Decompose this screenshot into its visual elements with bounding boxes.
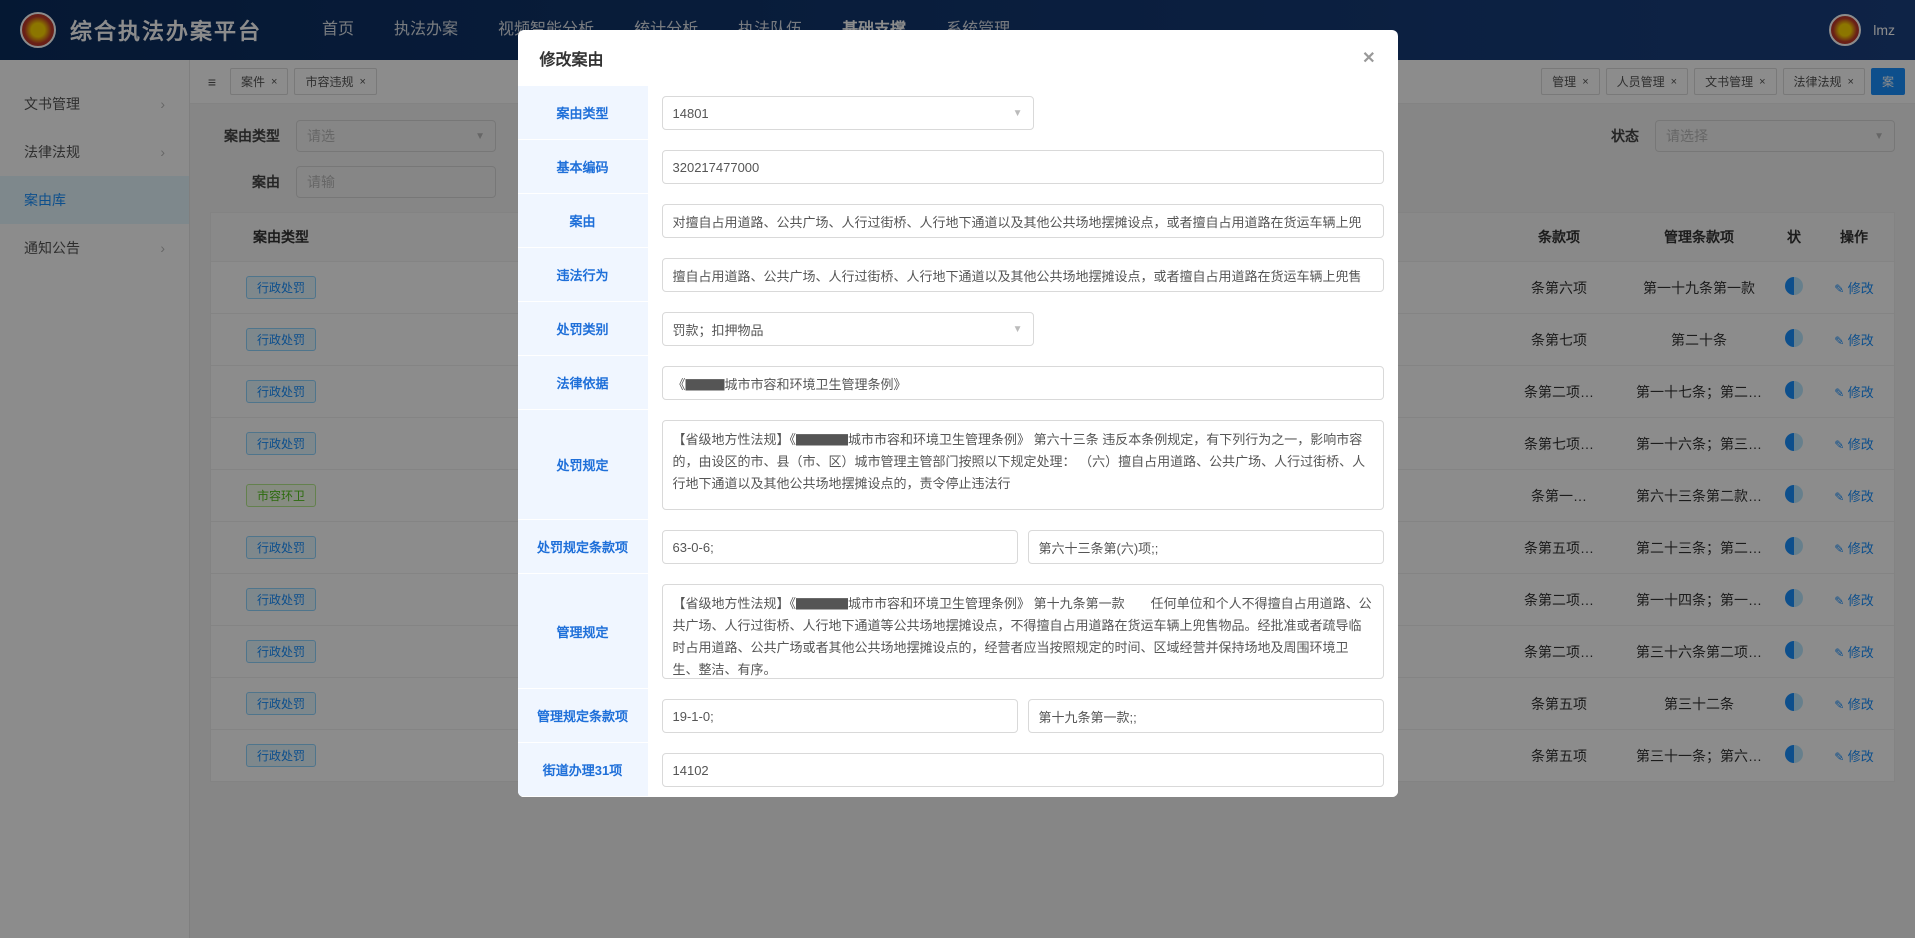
field-value: 《▇▇▇城市市容和环境卫生管理条例》: [673, 374, 907, 393]
field-label-penalty-type: 处罚类别: [518, 302, 648, 356]
field-penalty-type-select[interactable]: 罚款；扣押物品 ▼: [662, 312, 1034, 346]
field-value: 320217477000: [673, 160, 760, 175]
field-type-select[interactable]: 14801 ▼: [662, 96, 1034, 130]
field-label-cause: 案由: [518, 194, 648, 248]
field-penalty-clause-text[interactable]: 第六十三条第(六)项;;: [1028, 530, 1384, 564]
field-value: 第六十三条第(六)项;;: [1039, 538, 1159, 557]
field-legal-basis-input[interactable]: 《▇▇▇城市市容和环境卫生管理条例》: [662, 366, 1384, 400]
field-label-mgmt-rule: 管理规定: [518, 574, 648, 689]
field-value: 第十九条第一款;;: [1039, 707, 1137, 726]
field-value: 14102: [673, 763, 709, 778]
field-label-code: 基本编码: [518, 140, 648, 194]
field-illegal-input[interactable]: 擅自占用道路、公共广场、人行过街桥、人行地下通道以及其他公共场地摆摊设点，或者擅…: [662, 258, 1384, 292]
field-label-penalty-rule: 处罚规定: [518, 410, 648, 520]
modal-body: 案由类型 14801 ▼ 基本编码 320217477000 案由 对擅自占用道路…: [518, 86, 1398, 797]
field-label-type: 案由类型: [518, 86, 648, 140]
modal-overlay[interactable]: 修改案由 ✕ 案由类型 14801 ▼ 基本编码 320217477000 案由 …: [0, 0, 1915, 938]
field-value: 对擅自占用道路、公共广场、人行过街桥、人行地下通道以及其他公共场地摆摊设点，或者…: [673, 212, 1362, 231]
field-label-penalty-clause: 处罚规定条款项: [518, 520, 648, 574]
modal-header: 修改案由 ✕: [518, 30, 1398, 86]
field-label-street: 街道办理31项: [518, 743, 648, 797]
chevron-down-icon: ▼: [1013, 108, 1023, 119]
field-label-mgmt-clause: 管理规定条款项: [518, 689, 648, 743]
close-icon[interactable]: ✕: [1362, 48, 1375, 68]
field-value: 罚款；扣押物品: [673, 320, 764, 339]
field-value: 擅自占用道路、公共广场、人行过街桥、人行地下通道以及其他公共场地摆摊设点，或者擅…: [673, 266, 1362, 285]
field-mgmt-clause-text[interactable]: 第十九条第一款;;: [1028, 699, 1384, 733]
modal-title: 修改案由: [540, 46, 604, 70]
field-penalty-rule-textarea[interactable]: 【省级地方性法规】《▇▇▇▇城市市容和环境卫生管理条例》 第六十三条 违反本条例…: [662, 420, 1384, 510]
field-value: 19-1-0;: [673, 709, 714, 724]
field-value: 63-0-6;: [673, 540, 714, 555]
edit-cause-modal: 修改案由 ✕ 案由类型 14801 ▼ 基本编码 320217477000 案由 …: [518, 30, 1398, 797]
field-mgmt-rule-textarea[interactable]: 【省级地方性法规】《▇▇▇▇城市市容和环境卫生管理条例》 第十九条第一款 任何单…: [662, 584, 1384, 679]
field-value: 14801: [673, 106, 709, 121]
chevron-down-icon: ▼: [1013, 324, 1023, 335]
field-street-input[interactable]: 14102: [662, 753, 1384, 787]
field-label-legal-basis: 法律依据: [518, 356, 648, 410]
field-code-input[interactable]: 320217477000: [662, 150, 1384, 184]
field-cause-input[interactable]: 对擅自占用道路、公共广场、人行过街桥、人行地下通道以及其他公共场地摆摊设点，或者…: [662, 204, 1384, 238]
field-mgmt-clause-code[interactable]: 19-1-0;: [662, 699, 1018, 733]
field-label-illegal: 违法行为: [518, 248, 648, 302]
field-penalty-clause-code[interactable]: 63-0-6;: [662, 530, 1018, 564]
